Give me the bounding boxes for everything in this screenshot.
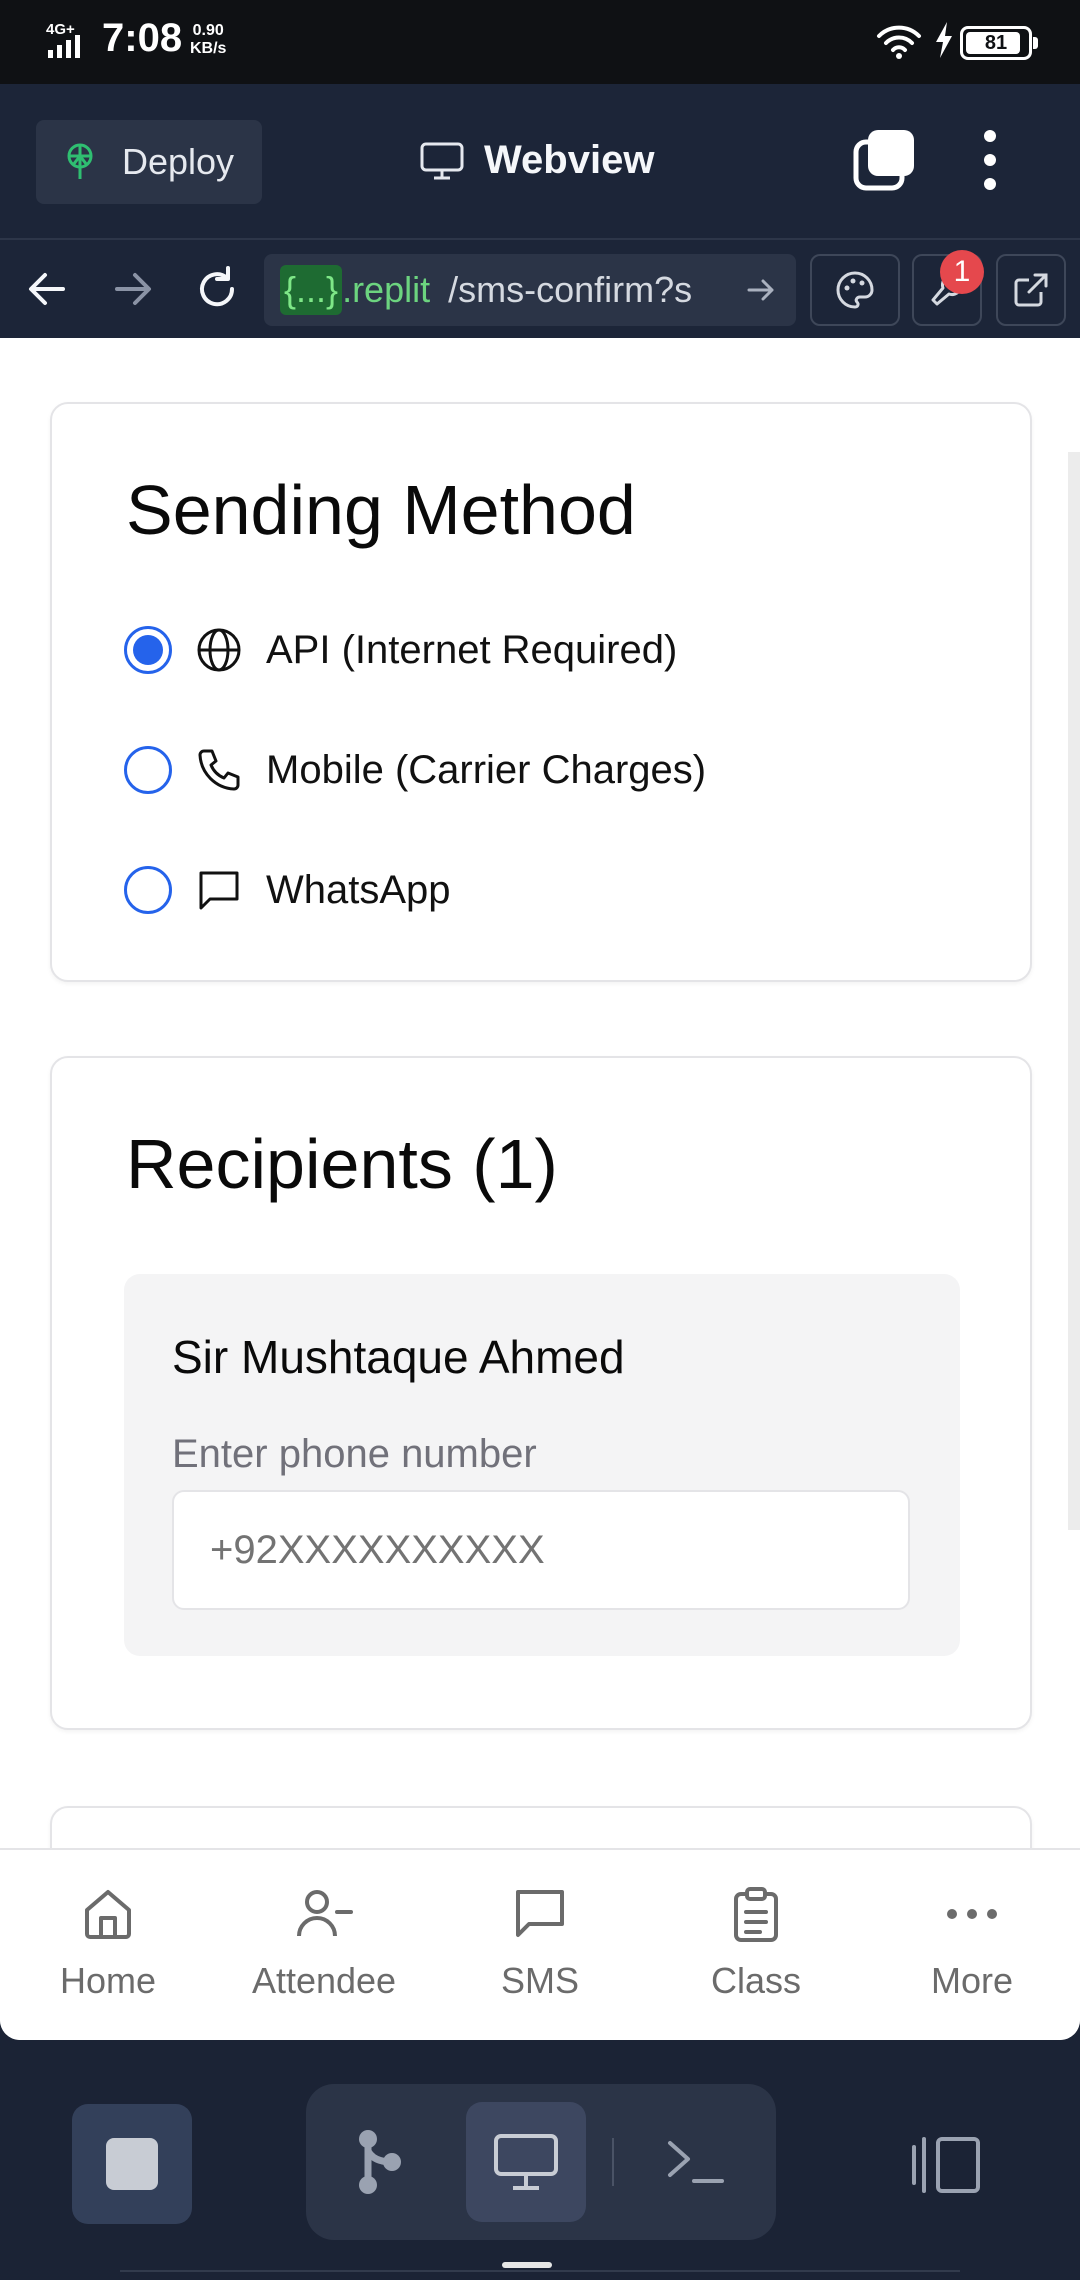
nav-home-label: Home: [59, 1960, 157, 2001]
home-icon: [82, 1886, 134, 1942]
nav-attendee-label: Attendee: [251, 1960, 397, 2001]
more-icon: [946, 1886, 998, 1942]
message-icon: [196, 867, 242, 913]
panel-toggle-button[interactable]: [906, 2130, 986, 2200]
back-icon[interactable]: [22, 264, 72, 314]
recipient-item: Sir Mushtaque Ahmed Enter phone number: [124, 1274, 960, 1656]
sending-method-title: Sending Method: [126, 471, 636, 549]
option-api-label: API (Internet Required): [266, 627, 678, 672]
phone-input[interactable]: [172, 1490, 910, 1610]
webview-title: Webview: [420, 138, 654, 183]
monitor-icon: [420, 142, 464, 180]
stop-button[interactable]: [72, 2104, 192, 2224]
notification-badge: 1: [940, 250, 984, 294]
nav-more-label: More: [930, 1960, 1014, 2001]
external-link-icon: [1014, 273, 1048, 307]
battery-icon: 81: [960, 26, 1038, 60]
option-api[interactable]: API (Internet Required): [124, 626, 677, 674]
nav-home[interactable]: Home: [8, 1886, 208, 2002]
option-whatsapp[interactable]: WhatsApp: [124, 866, 451, 914]
webview: Sending Method API (Internet Required) M…: [0, 338, 1080, 2040]
tabs-button[interactable]: [852, 128, 916, 192]
nav-class-label: Class: [710, 1960, 802, 2001]
network-speed: 0.90 KB/s: [190, 22, 226, 58]
message-icon: [514, 1886, 566, 1942]
url-bar: {...} .replit /sms-confirm?s 1: [0, 238, 1080, 338]
stop-icon: [106, 2138, 158, 2190]
speed-value: 0.90: [192, 22, 224, 39]
nav-attendee[interactable]: Attendee: [224, 1886, 424, 2002]
gesture-bar[interactable]: [502, 2262, 552, 2268]
theme-button[interactable]: [810, 254, 900, 326]
palette-icon: [836, 271, 874, 309]
phone-label: Enter phone number: [172, 1432, 537, 1476]
deploy-label: Deploy: [122, 141, 235, 182]
nav-sms[interactable]: SMS: [440, 1886, 640, 2002]
url-path: /sms-confirm?s: [448, 269, 693, 310]
globe-icon: [196, 627, 242, 673]
signal-icon: 4G+: [46, 20, 96, 65]
sending-method-card: Sending Method API (Internet Required) M…: [50, 402, 1032, 982]
webview-label: Webview: [484, 138, 655, 182]
divider: [612, 2138, 614, 2186]
monitor-icon: [494, 2134, 558, 2190]
speed-unit: KB/s: [190, 40, 227, 57]
clock: 7:08: [102, 16, 183, 60]
bottom-nav: Home Attendee SMS Class More: [0, 1848, 1080, 2040]
open-external-button[interactable]: [996, 254, 1066, 326]
go-arrow-icon[interactable]: [746, 272, 776, 314]
recipient-name: Sir Mushtaque Ahmed: [172, 1331, 625, 1383]
clipboard-icon: [732, 1886, 780, 1942]
app-header: Deploy Webview: [0, 84, 1080, 238]
option-mobile[interactable]: Mobile (Carrier Charges): [124, 746, 706, 794]
bottom-toolbar: [0, 2040, 1080, 2280]
option-mobile-label: Mobile (Carrier Charges): [266, 747, 707, 792]
terminal-icon: [668, 2141, 724, 2183]
scrollbar[interactable]: [1068, 452, 1080, 1530]
nav-sms-label: SMS: [500, 1960, 579, 2001]
nav-class[interactable]: Class: [656, 1886, 856, 2002]
wifi-icon: [876, 24, 922, 65]
reload-icon[interactable]: [192, 264, 242, 314]
recipients-card: Recipients (1) Sir Mushtaque Ahmed Enter…: [50, 1056, 1032, 1730]
recipients-title: Recipients (1): [126, 1125, 558, 1203]
charging-icon: [934, 22, 954, 63]
radio-whatsapp[interactable]: [124, 866, 172, 914]
user-minus-icon: [295, 1886, 353, 1942]
radio-api[interactable]: [124, 626, 172, 674]
phone-icon: [196, 747, 242, 793]
url-field[interactable]: {...} .replit /sms-confirm?s: [264, 254, 796, 326]
url-domain-badge: {...}: [280, 265, 343, 315]
tray-divider: [120, 2270, 960, 2280]
nav-more[interactable]: More: [872, 1886, 1072, 2002]
svg-text:4G+: 4G+: [46, 21, 75, 38]
forward-icon[interactable]: [108, 264, 158, 314]
status-bar: 4G+ 7:08 0.90 KB/s 81: [0, 0, 1080, 84]
deploy-icon: [64, 143, 96, 181]
radio-mobile[interactable]: [124, 746, 172, 794]
git-icon: [359, 2130, 401, 2194]
side-panel-icon: [912, 2137, 980, 2193]
deploy-button[interactable]: Deploy: [36, 120, 262, 204]
view-switcher: [306, 2084, 776, 2240]
url-domain: .replit: [342, 269, 431, 310]
webview-tab-button[interactable]: [466, 2102, 586, 2222]
battery-level: 81: [984, 32, 1008, 54]
more-options-button[interactable]: [966, 130, 1014, 190]
git-button[interactable]: [318, 2102, 438, 2222]
option-whatsapp-label: WhatsApp: [266, 867, 451, 912]
shell-button[interactable]: [636, 2102, 756, 2222]
tabs-icon: [853, 130, 914, 191]
